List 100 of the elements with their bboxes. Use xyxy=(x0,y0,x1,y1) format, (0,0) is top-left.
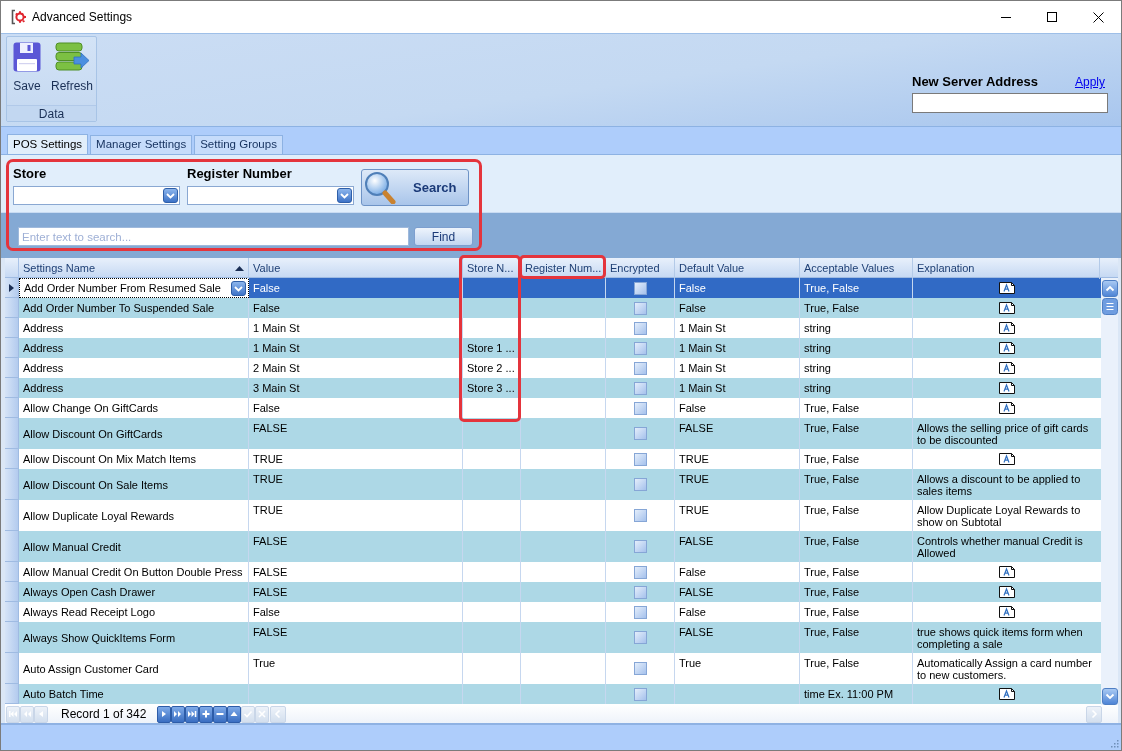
table-cell-text: true shows quick items form when completing a sale xyxy=(916,625,1084,652)
checkbox[interactable] xyxy=(633,565,647,579)
checkbox[interactable] xyxy=(633,361,647,375)
checkbox[interactable] xyxy=(633,585,647,599)
edit-record-button[interactable] xyxy=(227,705,242,723)
checkbox[interactable] xyxy=(633,662,647,675)
table-cell-text: Allows a discount to be applied to sales items xyxy=(916,472,1082,499)
checkbox[interactable] xyxy=(633,605,647,619)
double-right-icon xyxy=(173,709,184,719)
document-icon xyxy=(998,606,1015,618)
apply-link[interactable]: Apply xyxy=(1074,75,1105,89)
store-dropdown[interactable] xyxy=(13,186,180,205)
checkbox[interactable] xyxy=(633,401,647,415)
checkbox[interactable] xyxy=(633,452,647,466)
table-cell-text: Allows the selling price of gift cards to be discounted xyxy=(916,421,1090,448)
window-title: Advanced Settings xyxy=(32,9,133,26)
search-button[interactable]: Search xyxy=(361,169,469,206)
table-row[interactable]: Always Show QuickItems Form FALSE FALSE True, False true shows quick items form when completing a sale xyxy=(5,622,1101,653)
checkbox[interactable] xyxy=(633,687,647,701)
resize-grip-icon xyxy=(1109,738,1119,748)
scrollbar-thumb[interactable] xyxy=(1101,298,1118,315)
vertical-scrollbar[interactable] xyxy=(1101,278,1118,705)
checkbox[interactable] xyxy=(633,509,647,522)
last-record-button[interactable] xyxy=(185,705,200,723)
document-icon xyxy=(998,402,1015,414)
delete-record-button[interactable] xyxy=(213,705,228,723)
chevron-right-icon xyxy=(1089,709,1099,719)
find-button[interactable]: Find xyxy=(414,227,473,246)
column-header[interactable]: Encrypted xyxy=(609,260,670,277)
group-caption: Data xyxy=(7,105,96,121)
checkbox[interactable] xyxy=(633,341,647,355)
checkbox[interactable] xyxy=(633,540,647,553)
minimize-icon xyxy=(1001,16,1011,18)
checkbox[interactable] xyxy=(633,478,647,491)
scroll-up-button[interactable] xyxy=(1101,280,1118,297)
table-row[interactable]: Allow Discount On Sale Items TRUE TRUE True, False Allows a discount to be applied to sales items xyxy=(5,469,1101,500)
record-counter: Record 1 of 342 xyxy=(61,706,147,723)
search-field[interactable]: Enter text to search... xyxy=(18,227,409,246)
document-icon xyxy=(998,688,1015,700)
scroll-down-button[interactable] xyxy=(1101,688,1118,705)
table-cell: Auto Batch Time xyxy=(19,684,249,704)
server-address-field[interactable] xyxy=(912,93,1108,113)
tab[interactable]: POS Settings xyxy=(7,134,89,154)
tick-icon xyxy=(243,709,254,719)
column-header[interactable]: Register Num... xyxy=(524,260,601,277)
document-icon xyxy=(998,382,1015,394)
table-row[interactable]: Auto Batch Time time Ex. 11:00 PM xyxy=(5,684,1101,704)
checkbox[interactable] xyxy=(633,631,647,644)
checkbox[interactable] xyxy=(633,427,647,440)
column-header[interactable]: Explanation xyxy=(916,260,1095,277)
double-left-icon xyxy=(22,709,32,719)
checkbox[interactable] xyxy=(633,301,647,315)
table-cell: time Ex. 11:00 PM xyxy=(800,684,913,704)
cross-icon xyxy=(257,709,268,719)
row-pointer-icon xyxy=(9,283,14,292)
checkbox[interactable] xyxy=(633,381,647,395)
table-cell-text: Automatically Assign a card number to new customers. xyxy=(916,656,1093,683)
dropdown-chevron-icon xyxy=(231,280,246,296)
plus-icon xyxy=(201,709,212,719)
column-header[interactable]: Store N... xyxy=(466,260,516,277)
table-row[interactable]: Address 3 Main St Store 3 ... 1 Main St string xyxy=(5,378,1101,398)
table-row[interactable]: Address 1 Main St Store 1 ... 1 Main St string xyxy=(5,338,1101,358)
document-icon xyxy=(998,342,1015,354)
table-cell-text: Allow Duplicate Loyal Rewards to show on Subtotal xyxy=(916,503,1082,530)
table-row[interactable]: Add Order Number To Suspended Sale False False True, False xyxy=(5,298,1101,318)
refresh-button[interactable]: Refresh xyxy=(49,42,96,100)
document-icon xyxy=(998,453,1015,465)
table-row[interactable]: Add Order Number From Resumed Sale False False True, False xyxy=(5,278,1101,298)
dropdown-chevron-icon xyxy=(163,188,178,203)
document-icon xyxy=(998,362,1015,374)
chevron-up-icon xyxy=(1104,285,1115,292)
stacked-bars-arrow-icon xyxy=(54,42,90,72)
column-header[interactable]: Value xyxy=(252,260,458,277)
table-cell-text: Controls whether manual Credit is Allowed xyxy=(916,534,1084,561)
column-header[interactable]: Settings Name xyxy=(22,260,244,277)
save-button[interactable]: Save xyxy=(11,42,43,100)
register-dropdown[interactable] xyxy=(187,186,354,205)
dropdown-editor[interactable]: Add Order Number From Resumed Sale xyxy=(19,278,249,298)
table-row[interactable]: Allow Manual Credit FALSE FALSE True, False Controls whether manual Credit is Allowed xyxy=(5,531,1101,562)
document-icon xyxy=(998,322,1015,334)
table-row[interactable]: Always Open Cash Drawer FALSE FALSE True, False xyxy=(5,582,1101,602)
field-label: Store xyxy=(13,166,48,182)
column-header[interactable]: Acceptable Values xyxy=(803,260,908,277)
document-icon xyxy=(998,566,1015,578)
checkbox[interactable] xyxy=(633,281,647,295)
checkbox[interactable] xyxy=(633,321,647,335)
skip-to-start-icon xyxy=(8,709,18,719)
field-label: New Server Address xyxy=(912,74,1038,89)
table-row[interactable]: Allow Discount On GiftCards FALSE FALSE True, False Allows the selling price of gift cards to be discounted xyxy=(5,418,1101,449)
add-record-button[interactable] xyxy=(199,705,214,723)
dropdown-chevron-icon xyxy=(337,188,352,203)
column-header[interactable]: Default Value xyxy=(678,260,795,277)
next-record-button[interactable] xyxy=(157,705,172,723)
close-icon xyxy=(1092,11,1104,23)
next-page-button[interactable] xyxy=(171,705,186,723)
triangle-up-icon xyxy=(229,709,240,719)
tab[interactable]: Manager Settings xyxy=(90,135,193,154)
maximize-icon xyxy=(1047,12,1057,22)
tab[interactable]: Setting Groups xyxy=(194,135,283,154)
gear-logo-icon xyxy=(10,9,26,25)
